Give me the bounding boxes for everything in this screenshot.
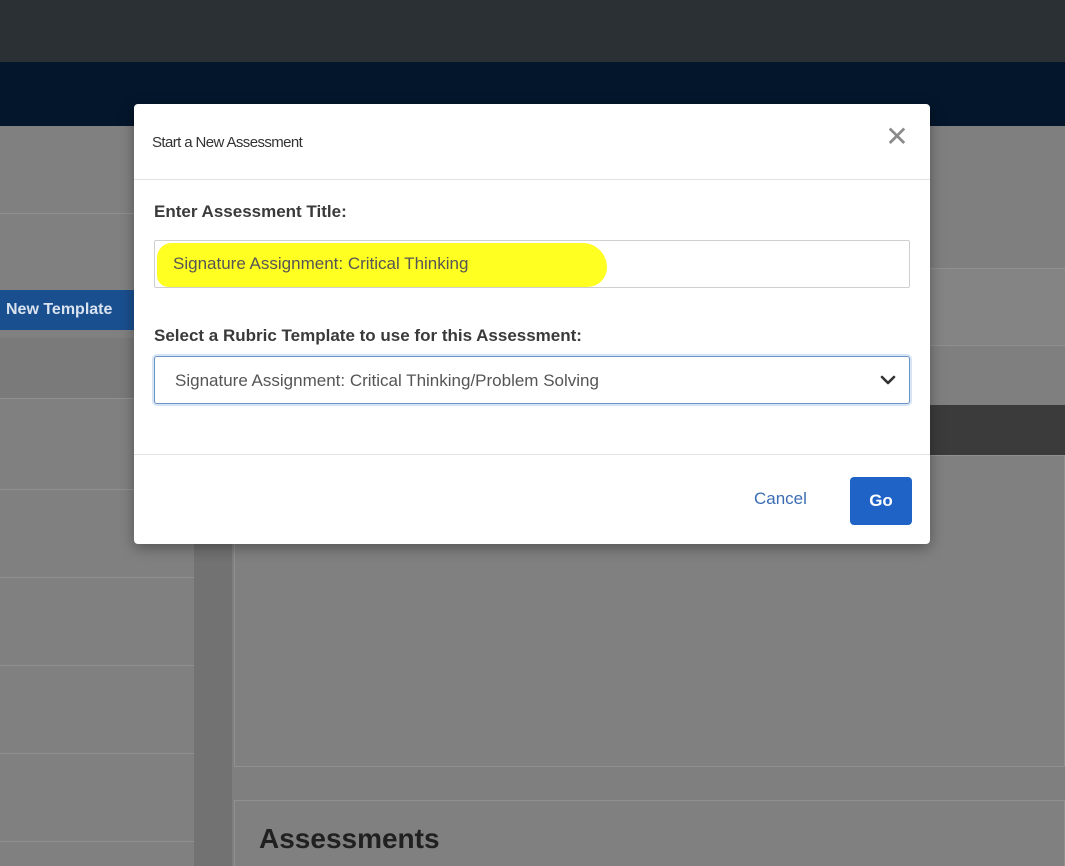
assessment-title-field	[154, 240, 910, 288]
chevron-down-icon	[880, 375, 896, 385]
left-panel-row	[0, 754, 194, 842]
cancel-button[interactable]: Cancel	[754, 489, 807, 509]
assessment-title-input[interactable]	[155, 241, 909, 287]
left-panel-row	[0, 578, 194, 666]
rubric-template-label: Select a Rubric Template to use for this…	[154, 326, 582, 345]
assessments-panel: Assessments	[234, 800, 1065, 866]
app-page: New Template Assessments Start a New Ass…	[0, 0, 1065, 866]
rubric-template-selected-value: Signature Assignment: Critical Thinking/…	[175, 371, 599, 390]
dialog-title: Start a New Assessment	[152, 134, 303, 151]
top-bar	[0, 0, 1065, 62]
dialog-footer: Cancel Go	[134, 454, 930, 544]
new-template-button[interactable]: New Template	[0, 290, 134, 330]
assessment-title-label: Enter Assessment Title:	[154, 202, 347, 221]
new-template-button-label: New Template	[6, 301, 113, 318]
go-button[interactable]: Go	[850, 477, 912, 525]
rubric-template-select[interactable]: Signature Assignment: Critical Thinking/…	[154, 356, 910, 404]
assessments-heading: Assessments	[259, 823, 440, 854]
new-assessment-dialog: Start a New Assessment ✕ Enter Assessmen…	[134, 104, 930, 544]
left-panel-row	[0, 666, 194, 754]
close-icon[interactable]: ✕	[884, 123, 910, 151]
dialog-header: Start a New Assessment ✕	[134, 104, 930, 180]
